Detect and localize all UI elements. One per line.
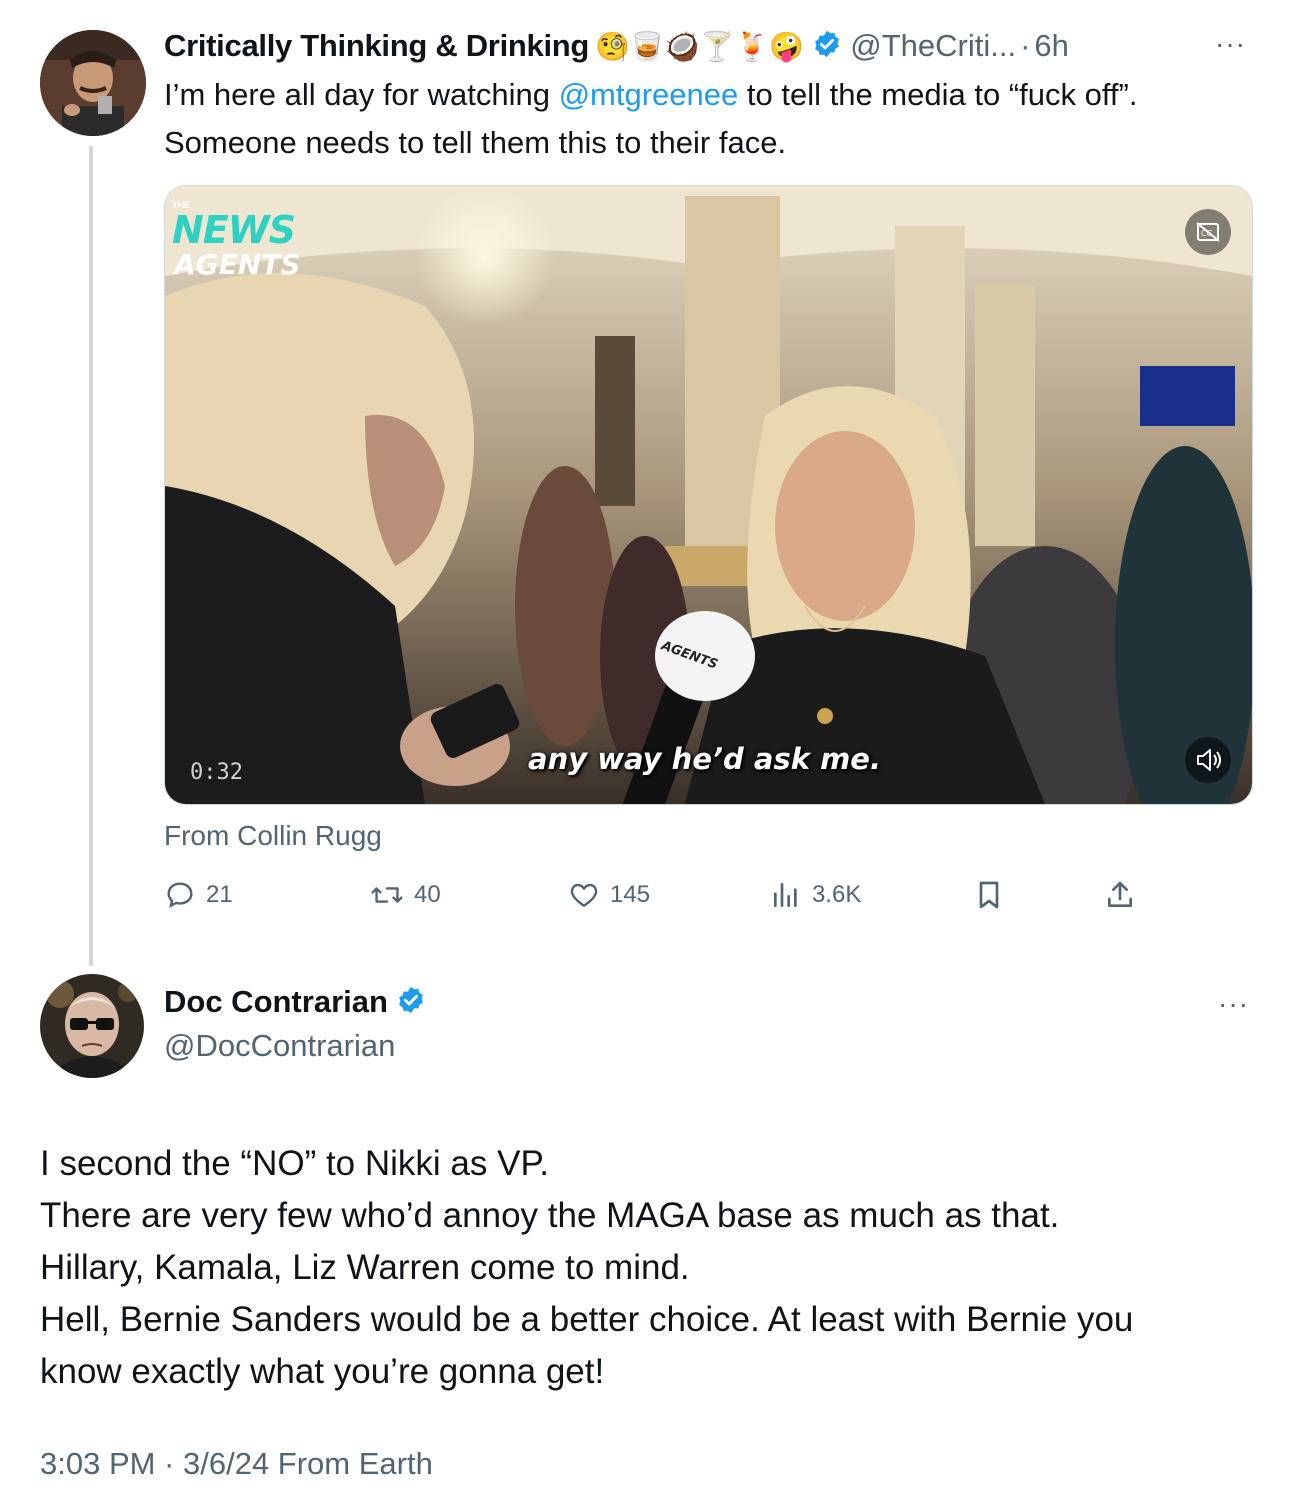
author-handle[interactable]: @DocContrarian xyxy=(164,1028,395,1064)
share-button[interactable] xyxy=(1104,878,1136,912)
author-display-name[interactable]: Doc Contrarian xyxy=(164,984,388,1020)
tweet-text-segment: I’m here all day for watching xyxy=(164,77,559,112)
like-button[interactable]: 145 xyxy=(568,878,650,912)
views-button[interactable]: 3.6K xyxy=(770,878,861,912)
tweet-text-line: Hell, Bernie Sanders would be a better c… xyxy=(40,1300,1134,1339)
name-emojis: 🧐🥃🥥🍸🍹🤪 xyxy=(595,29,805,63)
tweet-text-line: There are very few who’d annoy the MAGA … xyxy=(40,1196,1060,1235)
avatar-doc-contrarian[interactable] xyxy=(40,974,144,1078)
tweet1-text-line2: Someone needs to tell them this to their… xyxy=(164,125,787,160)
reply-count: 21 xyxy=(206,881,233,908)
reply-icon xyxy=(167,882,193,908)
video-source-attribution[interactable]: From Collin Rugg xyxy=(164,820,382,852)
volume-muted-button[interactable] xyxy=(1185,737,1231,783)
bookmark-icon xyxy=(979,881,999,909)
tweet-time[interactable]: 6h xyxy=(1034,28,1068,64)
video-caption: any way he’d ask me. xyxy=(528,742,881,776)
verified-badge-icon xyxy=(396,985,426,1020)
tweet-text-line: know exactly what you’re gonna get! xyxy=(40,1352,605,1391)
video-duration: 0:32 xyxy=(190,760,243,785)
tweet-text-segment: to tell the media to “fuck off”. xyxy=(738,77,1138,112)
author-display-name[interactable]: Critically Thinking & Drinking xyxy=(164,28,589,64)
video-player[interactable]: CC xyxy=(164,185,1253,805)
tweet-timestamp[interactable]: 3:03 PM · 3/6/24 From Earth xyxy=(40,1446,433,1482)
thread-connector-line xyxy=(89,146,93,966)
views-chart-icon xyxy=(774,883,797,907)
news-agents-logo-sub: AGENTS xyxy=(174,248,301,281)
like-count: 145 xyxy=(610,881,651,908)
tweet-text-line: I second the “NO” to Nikki as VP. xyxy=(40,1144,550,1183)
verified-badge-icon xyxy=(812,29,842,64)
retweet-button[interactable]: 40 xyxy=(370,878,441,912)
more-options-icon[interactable]: ··· xyxy=(1215,28,1246,60)
video-frame xyxy=(165,186,1252,804)
views-count: 3.6K xyxy=(812,881,862,908)
captions-toggle-button[interactable]: CC xyxy=(1185,209,1231,255)
tweet-text-line: Hillary, Kamala, Liz Warren come to mind… xyxy=(40,1248,690,1287)
header-separator: · xyxy=(1020,28,1031,63)
avatar-critically-thinking[interactable] xyxy=(40,30,146,136)
tweet2-header: Doc Contrarian xyxy=(164,984,426,1020)
mention-link[interactable]: @mtgreenee xyxy=(559,77,739,112)
retweet-count: 40 xyxy=(414,881,441,908)
share-icon xyxy=(1108,881,1132,907)
heart-icon xyxy=(570,883,598,907)
tweet1-header: Critically Thinking & Drinking 🧐🥃🥥🍸🍹🤪 @T… xyxy=(164,24,1069,68)
retweet-icon xyxy=(371,887,403,903)
tweet2-body: I second the “NO” to Nikki as VP. There … xyxy=(40,1138,1260,1398)
author-handle[interactable]: @TheCriti... xyxy=(850,28,1016,64)
bookmark-button[interactable] xyxy=(973,878,1005,912)
tweet1-text-line1: I’m here all day for watching @mtgreenee… xyxy=(164,71,1137,119)
more-options-icon[interactable]: ··· xyxy=(1218,988,1249,1020)
news-agents-logo: NEWS xyxy=(172,208,296,252)
reply-button[interactable]: 21 xyxy=(164,878,233,912)
